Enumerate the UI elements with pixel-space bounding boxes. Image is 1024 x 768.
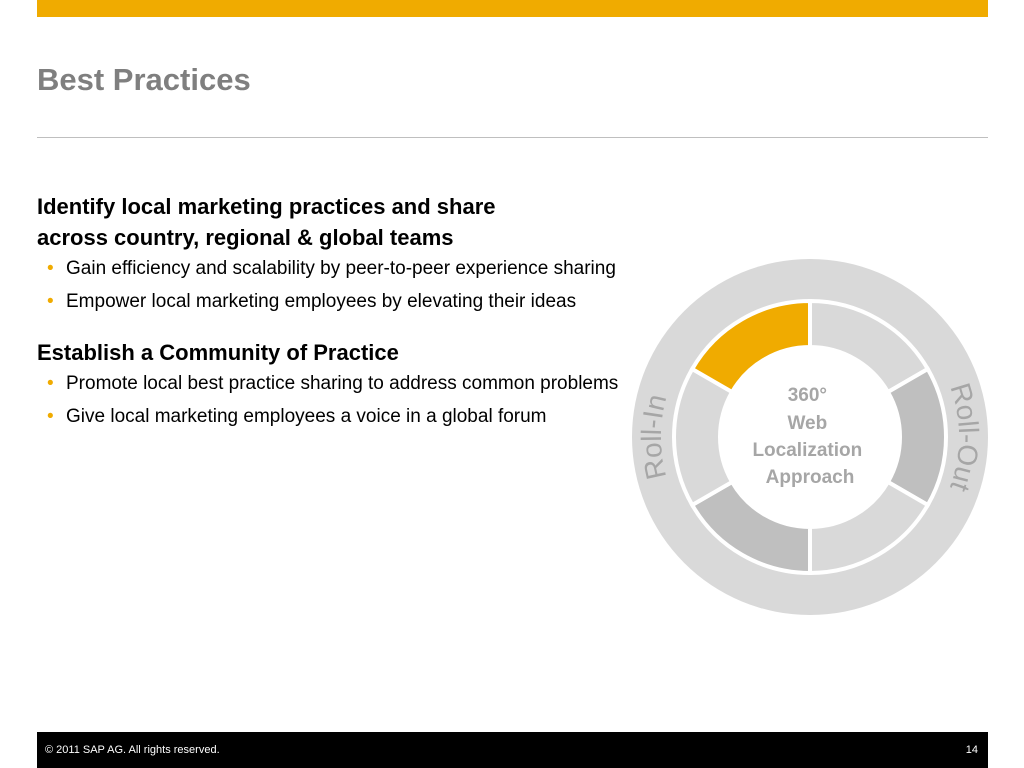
center-hub	[720, 347, 900, 527]
bullet-text: Give local marketing employees a voice i…	[66, 406, 547, 427]
footer-bar: © 2011 SAP AG. All rights reserved. 14	[37, 732, 988, 768]
web-localization-cycle-diagram: 360° Web Localization Approach Roll-In R…	[632, 259, 988, 615]
section-heading-community: Establish a Community of Practice	[37, 340, 399, 365]
bullet-text: Gain efficiency and scalability by peer-…	[66, 258, 616, 279]
section-heading-identify: Identify local marketing practices and s…	[37, 191, 627, 253]
center-label-line: 360°	[788, 385, 827, 406]
top-accent-bar	[37, 0, 988, 17]
bullet-item: • Empower local marketing employees by e…	[37, 288, 627, 315]
center-label-line: Web	[787, 413, 827, 434]
bullet-item: • Promote local best practice sharing to…	[37, 370, 627, 397]
section-heading-line: Identify local marketing practices and s…	[37, 194, 496, 219]
copyright-text: © 2011 SAP AG. All rights reserved.	[45, 744, 220, 756]
bullet-list-identify: • Gain efficiency and scalability by pee…	[37, 255, 627, 315]
roll-in-text: Roll-In	[636, 391, 672, 482]
bullet-text: Empower local marketing employees by ele…	[66, 291, 577, 312]
center-label-line: Approach	[766, 467, 855, 488]
roll-in-label: Roll-In	[636, 391, 672, 482]
bullet-item: • Give local marketing employees a voice…	[37, 403, 627, 430]
center-label-line: Localization	[752, 440, 862, 461]
bullet-dot-icon: •	[47, 373, 54, 394]
slide: Best Practices Identify local marketing …	[0, 0, 1024, 768]
title-divider	[37, 137, 988, 138]
bullet-dot-icon: •	[47, 258, 54, 279]
slide-content: Identify local marketing practices and s…	[37, 191, 627, 436]
bullet-dot-icon: •	[47, 406, 54, 427]
bullet-dot-icon: •	[47, 291, 54, 312]
bullet-text: Promote local best practice sharing to a…	[66, 373, 619, 394]
section-heading-line: across country, regional & global teams	[37, 225, 454, 250]
page-number: 14	[965, 744, 978, 756]
bullet-list-community: • Promote local best practice sharing to…	[37, 370, 627, 430]
bullet-item: • Gain efficiency and scalability by pee…	[37, 255, 627, 282]
slide-title: Best Practices	[37, 62, 251, 97]
